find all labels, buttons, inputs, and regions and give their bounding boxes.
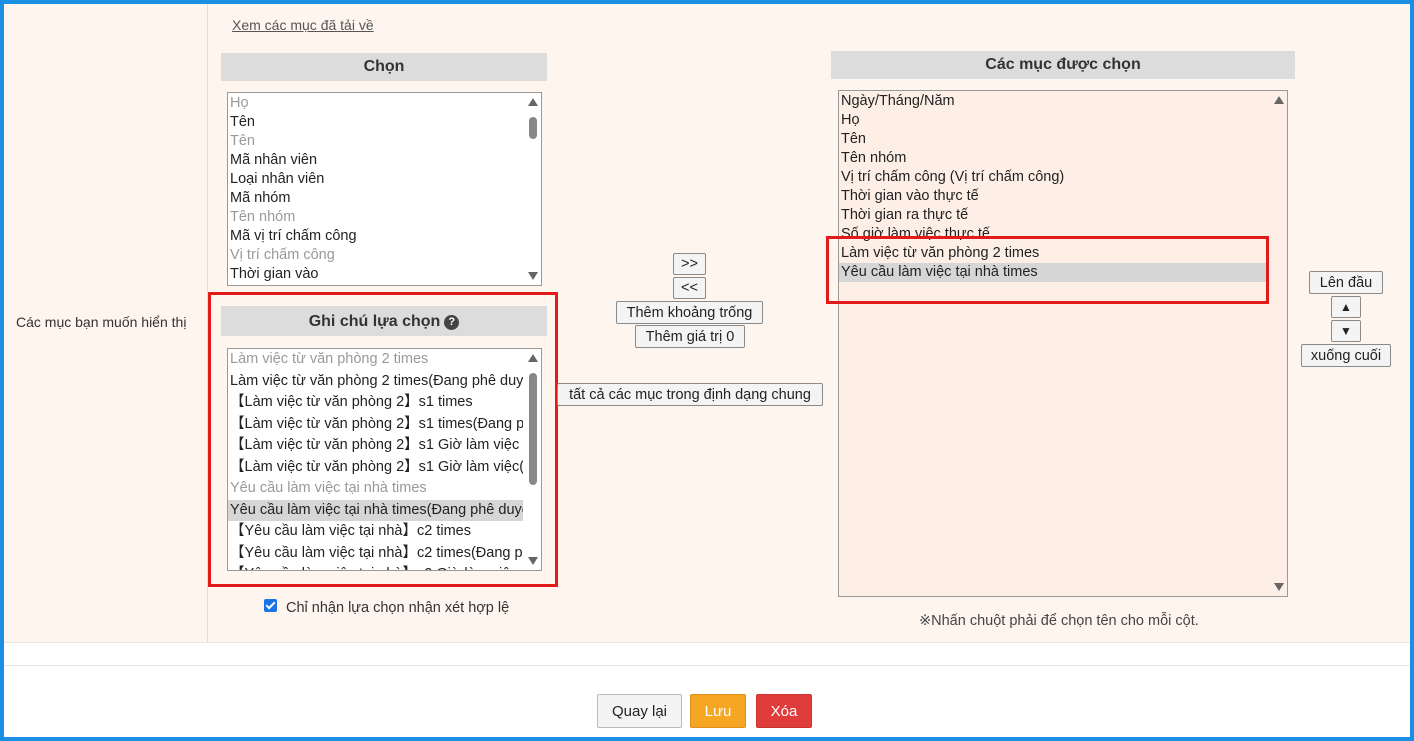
view-downloads-link[interactable]: Xem các mục đã tải về [232,17,374,33]
valid-only-label: Chỉ nhận lựa chọn nhận xét hợp lệ [286,600,510,616]
divider [4,665,1410,666]
list-item[interactable]: Tên [228,132,523,151]
choose-panel-title: Chọn [221,53,547,81]
move-top-button[interactable]: Lên đầu [1309,271,1383,294]
valid-only-checkbox[interactable] [264,599,277,612]
list-item[interactable]: Thời gian vào thực tế [839,187,1267,206]
remove-item-button[interactable]: << [673,277,706,299]
scroll-thumb[interactable] [529,117,537,139]
list-item[interactable]: Ngày/Tháng/Năm [839,92,1267,111]
list-item[interactable]: Tên [839,130,1267,149]
list-item[interactable]: Tên [228,113,523,132]
selected-panel-title: Các mục được chọn [831,51,1295,79]
right-click-hint: ※Nhấn chuột phải để chọn tên cho mỗi cột… [919,613,1199,629]
scroll-up-icon[interactable] [1274,96,1284,104]
list-item[interactable]: Thời gian ra thực tế [839,206,1267,225]
list-item[interactable]: Mã nhân viên [228,151,523,170]
move-down-button[interactable]: ▼ [1331,320,1361,342]
move-up-button[interactable]: ▲ [1331,296,1361,318]
list-item[interactable]: Loại nhân viên [228,170,523,189]
add-zero-button[interactable]: Thêm giá trị 0 [635,325,745,348]
label-column: Các mục bạn muốn hiển thị [4,4,208,642]
list-item[interactable]: Mã vị trí chấm công [228,227,523,246]
scroll-up-icon[interactable] [528,98,538,106]
list-item[interactable]: Vị trí chấm công [228,246,523,265]
selected-scrollbar[interactable] [1271,91,1287,596]
all-common-format-button[interactable]: tất cả các mục trong định dạng chung [557,383,823,406]
back-button[interactable]: Quay lại [597,694,682,728]
list-item[interactable]: Họ [228,94,523,113]
highlight-box [208,292,558,587]
list-item[interactable]: Vị trí chấm công (Vị trí chấm công) [839,168,1267,187]
choose-listbox[interactable]: Họ Tên Tên Mã nhân viên Loại nhân viên Mã nhó… [227,92,542,286]
row-label: Các mục bạn muốn hiển thị [16,314,187,330]
add-space-button[interactable]: Thêm khoảng trống [616,301,763,324]
divider [4,642,1410,643]
list-item[interactable]: Tên nhóm [228,208,523,227]
highlight-box [826,236,1269,304]
list-item[interactable]: Họ [839,111,1267,130]
list-item[interactable]: Mã nhóm [228,189,523,208]
scroll-down-icon[interactable] [1274,583,1284,591]
selected-listbox[interactable]: Ngày/Tháng/Năm Họ Tên Tên nhóm Vị trí chấm c… [838,90,1288,597]
list-item[interactable]: Tên nhóm [839,149,1267,168]
choose-scrollbar[interactable] [525,93,541,285]
delete-button[interactable]: Xóa [756,694,812,728]
scroll-down-icon[interactable] [528,272,538,280]
add-item-button[interactable]: >> [673,253,706,275]
move-bottom-button[interactable]: xuống cuối [1301,344,1391,367]
list-item[interactable]: Thời gian vào [228,265,523,284]
save-button[interactable]: Lưu [690,694,746,728]
